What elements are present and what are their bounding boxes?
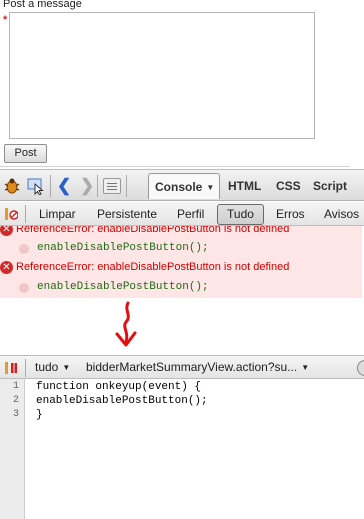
command-list-icon[interactable] bbox=[103, 178, 121, 194]
toolbar-separator bbox=[97, 175, 98, 197]
breakpoint-icon[interactable] bbox=[19, 244, 29, 254]
required-marker: * bbox=[3, 14, 8, 26]
error-icon: ✕ bbox=[0, 226, 13, 236]
script-file-label: bidderMarketSummaryView.action?su... bbox=[86, 360, 298, 374]
error-message[interactable]: ReferenceError: enableDisablePostButton … bbox=[16, 261, 289, 273]
script-toolbar: tudo ▼ bidderMarketSummaryView.action?su.… bbox=[0, 355, 364, 379]
inspect-element-icon[interactable] bbox=[27, 177, 45, 195]
console-toolbar: Limpar Persistente Perfil Tudo Erros Avi… bbox=[0, 202, 364, 226]
break-on-next-icon[interactable] bbox=[4, 361, 18, 375]
firebug-bug-icon[interactable] bbox=[3, 177, 21, 195]
chevron-down-icon: ▼ bbox=[206, 183, 215, 192]
forward-arrow-icon[interactable]: ❯ bbox=[80, 176, 94, 196]
error-icon: ✕ bbox=[0, 261, 13, 274]
filter-warnings-button[interactable]: Avisos bbox=[324, 206, 359, 222]
firebug-toolbar: ❮ ❯ Console ▼ HTML CSS Script bbox=[0, 169, 364, 201]
clear-button[interactable]: Limpar bbox=[39, 206, 76, 222]
persist-button[interactable]: Persistente bbox=[97, 206, 157, 222]
message-textarea[interactable] bbox=[9, 12, 315, 139]
code-line: enableDisablePostButton(); bbox=[36, 395, 208, 407]
toolbar-separator bbox=[50, 175, 51, 197]
toolbar-separator bbox=[25, 205, 26, 223]
toolbar-separator bbox=[126, 175, 127, 197]
clear-console-icon[interactable] bbox=[4, 207, 18, 221]
script-source-view[interactable]: 1 2 3 function onkeyup(event) { enableDi… bbox=[0, 379, 364, 519]
tab-script[interactable]: Script bbox=[313, 173, 347, 199]
annotation-arrow-icon bbox=[115, 301, 137, 347]
line-number[interactable]: 1 bbox=[13, 381, 19, 392]
tab-console-label: Console bbox=[155, 180, 203, 194]
code-line: } bbox=[36, 409, 43, 421]
post-button[interactable]: Post bbox=[4, 144, 47, 163]
tab-console[interactable]: Console ▼ bbox=[148, 173, 220, 199]
filter-all-button[interactable]: Tudo bbox=[217, 204, 264, 225]
script-filter-select[interactable]: tudo ▼ bbox=[35, 360, 70, 374]
script-file-select[interactable]: bidderMarketSummaryView.action?su... ▼ bbox=[86, 360, 309, 374]
script-filter-label: tudo bbox=[35, 360, 59, 374]
console-log: ✕ ReferenceError: enableDisablePostButto… bbox=[0, 226, 364, 298]
error-source[interactable]: enableDisablePostButton(); bbox=[37, 242, 209, 254]
divider bbox=[0, 166, 350, 167]
post-message-label: Post a message bbox=[3, 0, 82, 10]
filter-errors-button[interactable]: Erros bbox=[276, 206, 305, 222]
error-message[interactable]: ReferenceError: enableDisablePostButton … bbox=[16, 226, 289, 235]
line-number[interactable]: 2 bbox=[13, 395, 19, 406]
code-line: function onkeyup(event) { bbox=[36, 381, 202, 393]
tab-css[interactable]: CSS bbox=[276, 173, 301, 199]
error-source[interactable]: enableDisablePostButton(); bbox=[37, 281, 209, 293]
profile-button[interactable]: Perfil bbox=[177, 206, 204, 222]
chevron-down-icon: ▼ bbox=[301, 363, 310, 372]
toolbar-separator bbox=[25, 359, 26, 377]
line-number[interactable]: 3 bbox=[13, 409, 19, 420]
tab-html[interactable]: HTML bbox=[228, 173, 261, 199]
search-icon[interactable] bbox=[357, 360, 364, 376]
breakpoint-icon[interactable] bbox=[19, 283, 29, 293]
line-number-gutter[interactable]: 1 2 3 bbox=[0, 379, 25, 519]
chevron-down-icon: ▼ bbox=[62, 363, 71, 372]
log-entry[interactable]: ✕ ReferenceError: enableDisablePostButto… bbox=[0, 259, 362, 298]
back-arrow-icon[interactable]: ❮ bbox=[57, 176, 71, 196]
